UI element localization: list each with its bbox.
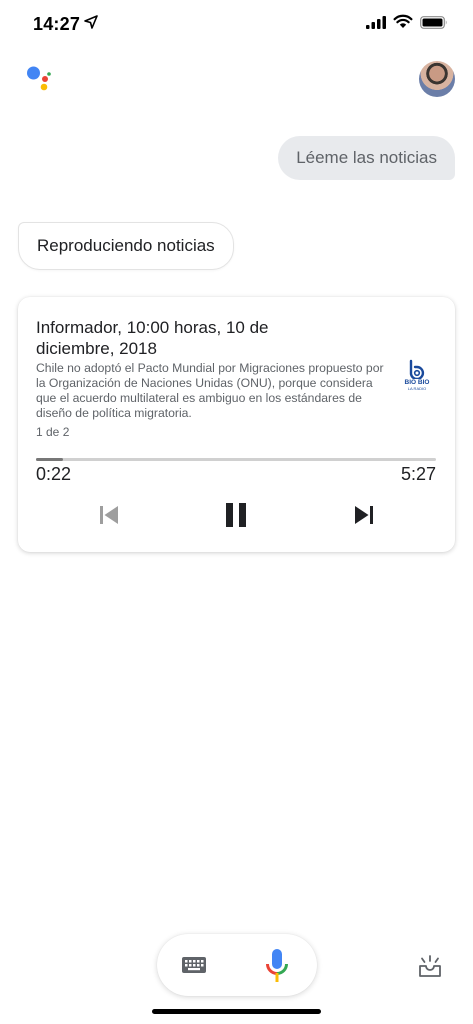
news-media-card[interactable]: Informador, 10:00 horas, 10 de diciembre… xyxy=(18,297,455,552)
card-description: Chile no adoptó el Pacto Mundial por Mig… xyxy=(36,361,384,420)
card-index: 1 de 2 xyxy=(36,425,70,439)
pause-button[interactable] xyxy=(218,500,254,530)
skip-next-button[interactable] xyxy=(346,500,382,530)
assistant-reply-bubble: Reproduciendo noticias xyxy=(18,222,234,270)
biobio-logo: BIO BIO LA RADIO xyxy=(402,359,432,393)
skip-previous-icon xyxy=(100,506,118,524)
time-elapsed: 0:22 xyxy=(36,464,72,484)
microphone-icon[interactable] xyxy=(265,948,289,984)
progress-bar[interactable] xyxy=(36,458,436,461)
google-assistant-logo-icon[interactable] xyxy=(25,63,55,93)
battery-icon xyxy=(420,16,447,29)
biobio-logo-icon xyxy=(409,359,425,379)
card-title: Informador, 10:00 horas, 10 de diciembre… xyxy=(36,318,269,358)
status-time: 14:27 xyxy=(33,14,81,34)
logo-name: BIO BIO xyxy=(404,379,430,386)
user-query-bubble: Léeme las noticias xyxy=(278,136,455,180)
home-indicator[interactable] xyxy=(152,1009,321,1014)
pause-icon xyxy=(226,503,246,527)
skip-previous-button[interactable] xyxy=(91,500,127,530)
keyboard-icon[interactable] xyxy=(181,954,207,976)
location-arrow-icon xyxy=(84,15,98,29)
updates-inbox-icon[interactable] xyxy=(417,954,443,978)
time-total: 5:27 xyxy=(400,464,436,484)
signal-icon xyxy=(366,16,386,29)
progress-fill xyxy=(36,458,63,461)
logo-subtitle: LA RADIO xyxy=(407,386,427,391)
user-avatar[interactable] xyxy=(419,61,455,97)
skip-next-icon xyxy=(355,506,373,524)
wifi-icon xyxy=(393,14,413,28)
input-pill xyxy=(157,934,317,996)
